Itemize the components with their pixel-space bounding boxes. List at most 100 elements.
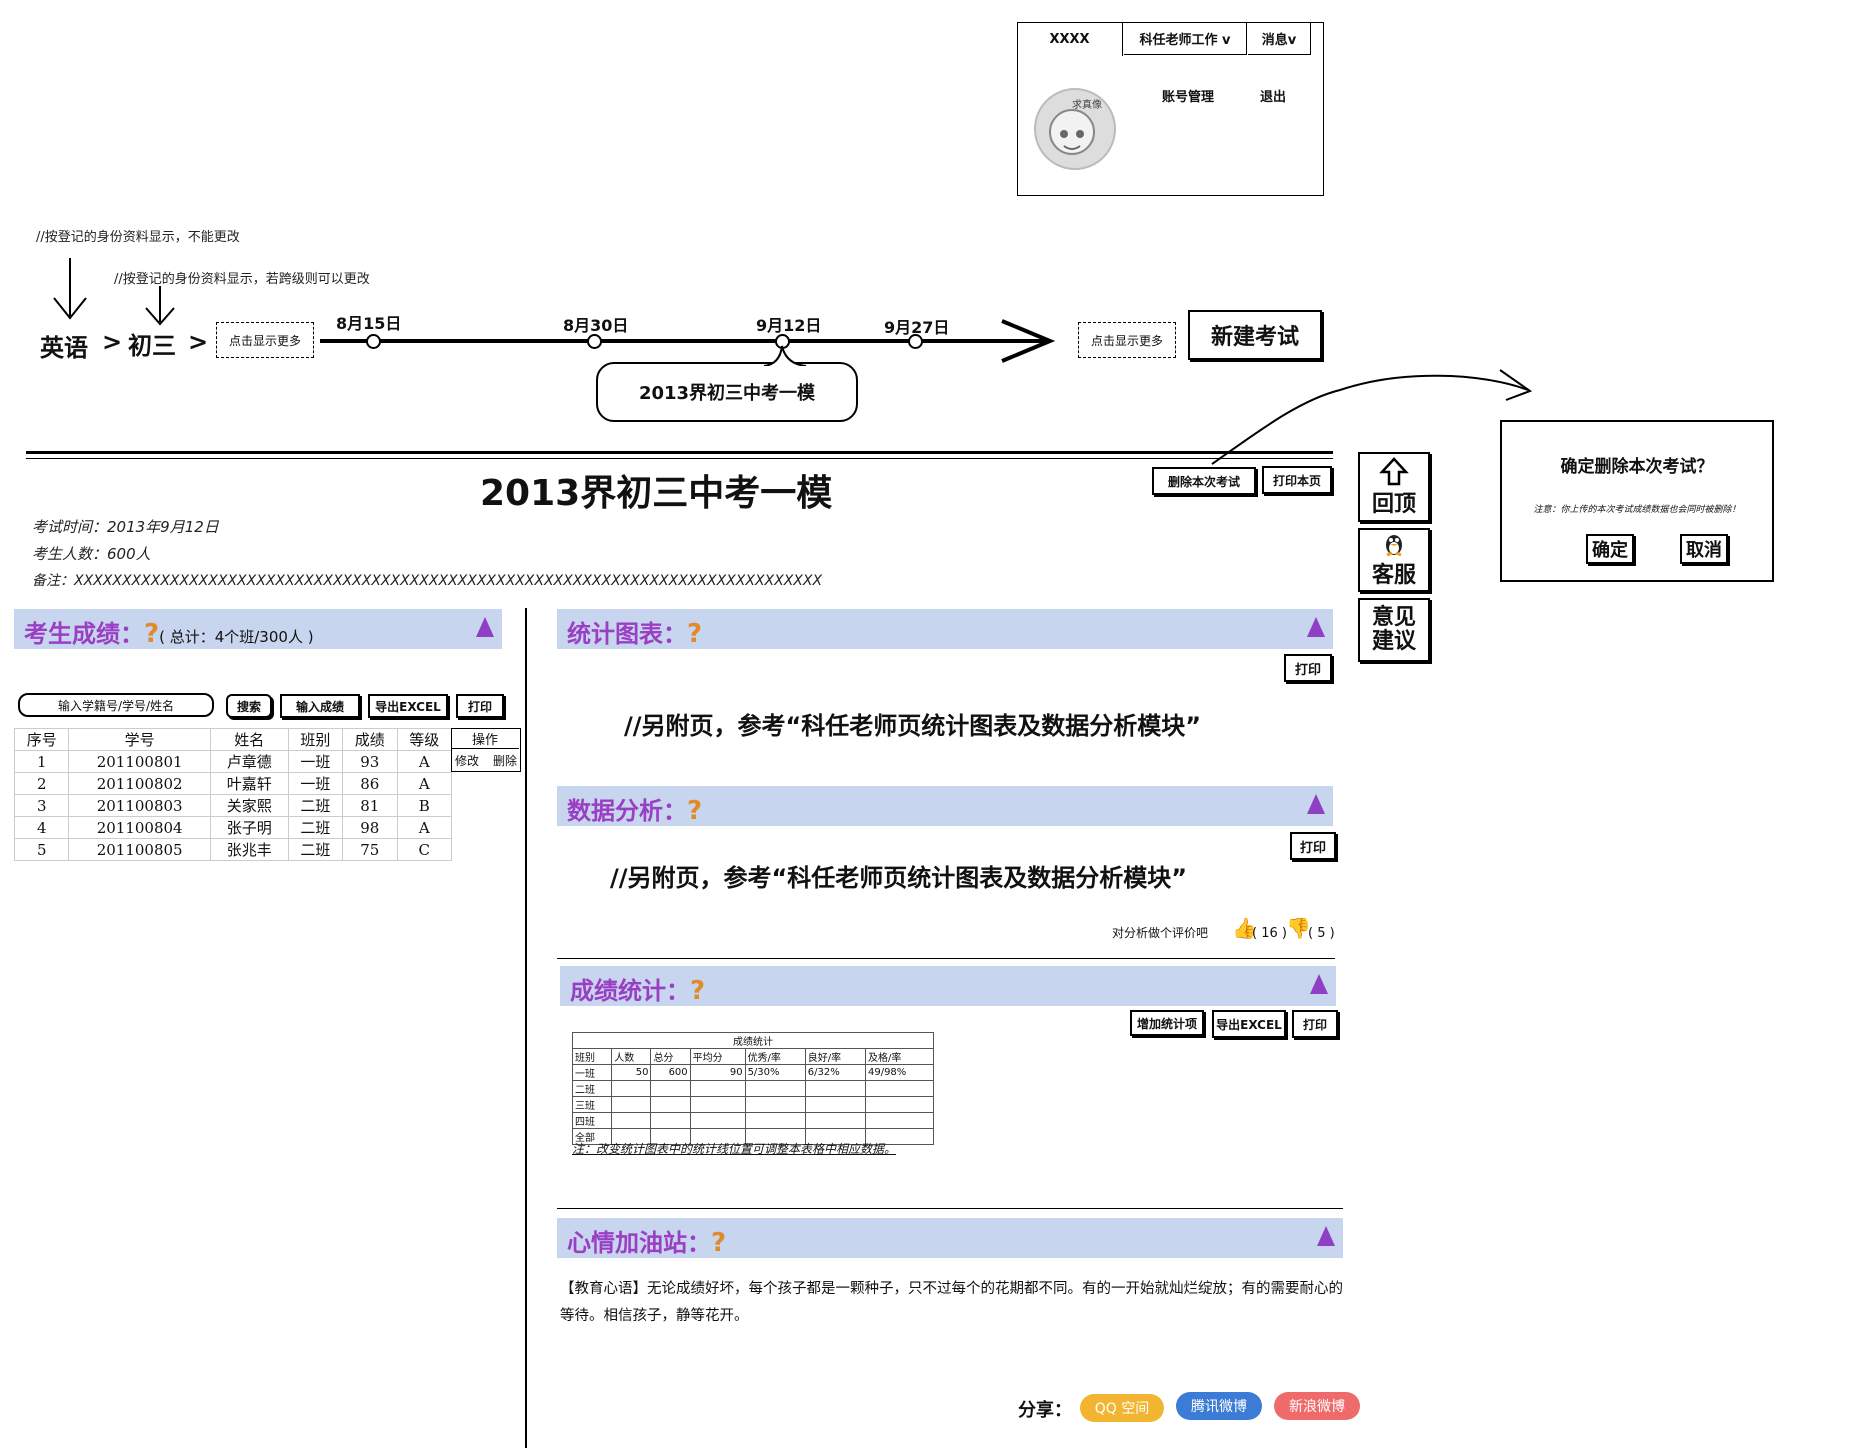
scores-section-header: 考生成绩：?( 总计：4个班/300人 ) (14, 609, 502, 649)
timeline-date[interactable]: 9月12日 (756, 312, 821, 336)
analysis-reference-note: //另附页，参考“科任老师页统计图表及数据分析模块” (610, 864, 1188, 892)
exam-time: 考试时间：2013年9月12日 (32, 518, 219, 536)
collapse-icon[interactable] (1307, 794, 1325, 814)
scores-table: 序号 学号 姓名 班别 成绩 等级 1 201100801 卢章德 一班 93 A 2 20… (13, 728, 453, 861)
dialog-title: 确定删除本次考试？ (1560, 457, 1714, 477)
charts-reference-note: //另附页，参考“科任老师页统计图表及数据分析模块” (624, 712, 1202, 740)
add-statistic-button[interactable]: 增加统计项 (1130, 1010, 1204, 1036)
delete-exam-button[interactable]: 删除本次考试 (1152, 467, 1256, 495)
charts-section-title: 统计图表： (567, 620, 687, 648)
timeline-date[interactable]: 9月27日 (884, 314, 949, 338)
table-row: 四班 (571, 1112, 935, 1129)
table-row: 3 201100803 关家熙 二班 81 B (13, 794, 453, 817)
scores-summary: ( 总计：4个班/300人 ) (159, 628, 314, 646)
export-excel-button[interactable]: 导出EXCEL (368, 694, 448, 718)
logout-link[interactable]: 退出 (1260, 86, 1286, 105)
delete-link[interactable]: 删除 (493, 752, 517, 769)
column-header: 等级 (396, 728, 453, 751)
breadcrumb-subject[interactable]: 英语 (40, 328, 88, 363)
user-menu-tab-role[interactable]: 科任老师工作 v (1124, 22, 1247, 55)
table-row: 4 201100804 张子明 二班 98 A (13, 816, 453, 839)
stats-section-title: 成绩统计： (570, 977, 690, 1005)
dialog-ok-button[interactable]: 确定 (1586, 534, 1634, 564)
collapse-icon[interactable] (1317, 1226, 1335, 1246)
table-row: 1 201100801 卢章德 一班 93 A (13, 750, 453, 773)
share-qzone-button[interactable]: QQ 空间 (1080, 1394, 1164, 1422)
exam-remark: 备注：XXXXXXXXXXXXXXXXXXXXXXXXXXXXXXXXXXXXX… (32, 573, 823, 589)
help-icon[interactable]: ? (687, 796, 702, 826)
share-sina-weibo-button[interactable]: 新浪微博 (1274, 1392, 1360, 1420)
header-divider (26, 458, 1333, 459)
dialog-cancel-button[interactable]: 取消 (1680, 534, 1728, 564)
analysis-section-title: 数据分析： (567, 797, 687, 825)
timeline-node[interactable] (366, 334, 381, 349)
column-header: 成绩 (342, 728, 398, 751)
collapse-icon[interactable] (1310, 974, 1328, 994)
print-stats-button[interactable]: 打印 (1292, 1010, 1338, 1038)
collapse-icon[interactable] (1307, 617, 1325, 637)
rating-prompt: 对分析做个评价吧 (1112, 926, 1209, 940)
edit-link[interactable]: 修改 (455, 752, 479, 769)
mood-text: 【教育心语】无论成绩好坏，每个孩子都是一颗种子，只不过每个的花期都不同。有的一开… (560, 1281, 1343, 1324)
help-icon[interactable]: ? (144, 619, 159, 649)
selected-exam-callout[interactable]: 2013界初三中考一模 (596, 362, 858, 422)
customer-service-button[interactable]: 客服 (1358, 528, 1430, 592)
mood-section-header: 心情加油站：? (557, 1218, 1343, 1258)
section-divider (557, 958, 1335, 959)
analysis-section-header: 数据分析：? (557, 786, 1333, 826)
timeline-date[interactable]: 8月15日 (336, 310, 401, 334)
table-header-row: 序号 学号 姓名 班别 成绩 等级 (13, 728, 453, 751)
likes-count: ( 16 ) (1252, 926, 1287, 941)
print-scores-button[interactable]: 打印 (456, 694, 504, 718)
exam-count: 考生人数：600人 (32, 545, 151, 563)
scores-section-title: 考生成绩： (24, 620, 144, 648)
table-title-row: 成绩统计 (572, 1032, 934, 1049)
timeline-node[interactable] (587, 334, 602, 349)
table-row: 5 201100805 张兆丰 二班 75 C (13, 838, 453, 861)
header-divider (26, 451, 1333, 454)
print-page-button[interactable]: 打印本页 (1262, 466, 1332, 494)
feedback-button[interactable]: 意见 建议 (1358, 598, 1430, 662)
table-row: 二班 (571, 1080, 935, 1097)
subject-annotation: //按登记的身份资料显示，不能更改 (36, 230, 240, 245)
breadcrumb-separator: > (188, 328, 209, 356)
breadcrumb-separator: > (102, 328, 123, 356)
column-header: 学号 (68, 728, 211, 751)
help-icon[interactable]: ? (711, 1228, 726, 1258)
qq-penguin-icon (1386, 535, 1402, 557)
collapse-icon[interactable] (476, 617, 494, 637)
export-stats-excel-button[interactable]: 导出EXCEL (1212, 1010, 1286, 1038)
share-tencent-weibo-button[interactable]: 腾讯微博 (1176, 1392, 1262, 1420)
account-management-link[interactable]: 账号管理 (1162, 86, 1214, 105)
user-menu-tab-messages[interactable]: 消息v (1248, 22, 1311, 55)
exam-title: 2013界初三中考一模 (480, 473, 833, 514)
new-exam-button[interactable]: 新建考试 (1188, 310, 1322, 360)
back-to-top-button[interactable]: 回顶 (1358, 452, 1430, 522)
column-divider (525, 608, 527, 1448)
confirm-delete-dialog (1500, 420, 1774, 582)
timeline-date[interactable]: 8月30日 (563, 312, 628, 336)
stats-section-header: 成绩统计：? (560, 966, 1336, 1006)
column-header: 班别 (287, 728, 344, 751)
stats-footnote: 注：改变统计图表中的统计线位置可调整本表格中相应数据。 (572, 1142, 897, 1156)
show-more-right[interactable]: 点击显示更多 (1078, 322, 1176, 358)
table-row: 三班 (571, 1096, 935, 1113)
student-search-input[interactable]: 输入学籍号/学号/姓名 (18, 693, 214, 717)
table-header-row: 班别 人数 总分 平均分 优秀/率 良好/率 及格/率 (571, 1048, 935, 1065)
share-label: 分享： (1018, 1400, 1072, 1421)
help-icon[interactable]: ? (687, 619, 702, 649)
down-arrow-icon (53, 258, 87, 320)
help-icon[interactable]: ? (690, 976, 705, 1006)
print-analysis-button[interactable]: 打印 (1290, 832, 1336, 860)
column-header: 姓名 (209, 728, 289, 751)
mood-section-title: 心情加油站： (567, 1229, 711, 1257)
table-row: 一班 50 600 90 5/30% 6/32% 49/98% (571, 1064, 935, 1081)
input-scores-button[interactable]: 输入成绩 (280, 694, 360, 718)
search-button[interactable]: 搜索 (226, 694, 272, 718)
user-menu-tab-user[interactable]: XXXX (1017, 22, 1123, 56)
operations-header: 操作 (451, 729, 519, 749)
breadcrumb-grade[interactable]: 初三 (128, 326, 176, 361)
print-charts-button[interactable]: 打印 (1284, 654, 1332, 682)
show-more-left[interactable]: 点击显示更多 (216, 322, 314, 358)
score-statistics-table: 成绩统计 班别 人数 总分 平均分 优秀/率 良好/率 及格/率 一班 50 600 90 5/30… (571, 1032, 935, 1145)
